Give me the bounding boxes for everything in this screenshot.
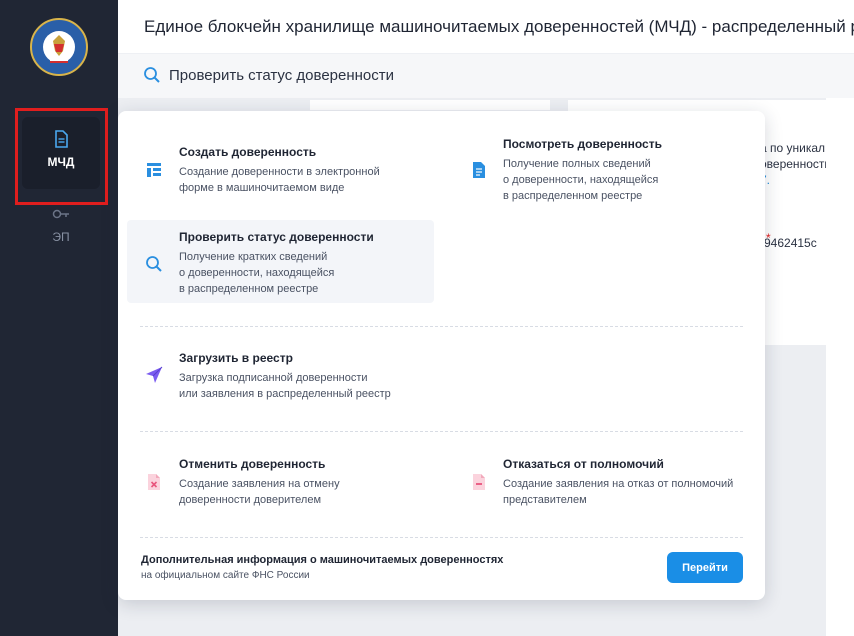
annotation-highlight-box [15,108,108,205]
menu-item-description: Создание заявления на отмену доверенност… [179,478,340,506]
sidebar: МЧД ЭП [0,0,118,636]
background-card [310,100,550,110]
menu-item-description: Получение полных сведений о доверенности… [503,158,659,202]
key-icon [52,209,69,219]
menu-item-description: Создание заявления на отказ от полномочи… [503,478,734,506]
actions-menu: Создать доверенность Создание довереннос… [118,111,765,600]
sidebar-item-label: ЭП [52,230,70,244]
footer-info-title: Дополнительная информация о машиночитаем… [141,554,504,566]
search-icon [146,256,162,272]
menu-item-description: Создание доверенности в электронной форм… [179,166,380,194]
menu-item-title: Загрузить в реестр [179,351,293,365]
page-title: Единое блокчейн хранилище машиночитаемых… [144,17,854,36]
menu-item-title: Создать доверенность [179,145,317,159]
menu-item-title: Отказаться от полномочий [503,457,664,471]
go-button[interactable]: Перейти [667,552,743,583]
footer-info-subtitle: на официальном сайте ФНС России [141,570,310,581]
menu-item-title: Посмотреть доверенность [503,137,662,151]
header: Единое блокчейн хранилище машиночитаемых… [118,0,854,54]
search-icon [144,67,160,83]
menu-item-description: Загрузка подписанной доверенности или за… [179,372,391,400]
menu-item-title: Проверить статус доверенности [179,230,374,244]
sidebar-item-ep[interactable]: ЭП [22,200,100,272]
menu-item-check-status[interactable]: Проверить статус доверенности Получение … [127,220,434,303]
menu-divider [140,431,743,432]
menu-divider [140,326,743,327]
menu-item-revoke[interactable]: Отменить доверенность Создание заявления… [128,449,428,509]
file-minus-icon [473,474,485,490]
form-icon [147,163,161,177]
background-link[interactable]: 7. [760,172,826,188]
menu-item-renounce[interactable]: Отказаться от полномочий Создание заявле… [458,449,753,509]
menu-item-description: Получение кратких сведений о доверенност… [179,251,335,295]
file-cancel-icon [148,474,160,490]
breadcrumb: Проверить статус доверенности [118,54,854,98]
menu-item-view[interactable]: Посмотреть доверенность Получение полных… [458,133,748,213]
menu-item-create[interactable]: Создать доверенность Создание довереннос… [128,133,428,203]
file-icon [473,162,485,178]
menu-item-upload[interactable]: Загрузить в реестр Загрузка подписанной … [128,343,448,403]
fns-logo-icon [30,18,88,76]
app-window: а по уникал оверенности 7. * -9462415c М [0,0,854,636]
menu-divider [140,537,743,538]
send-icon [146,366,163,383]
background-field-value: -9462415c [760,236,817,250]
background-info-text: а по уникал оверенности 7. * [760,141,826,245]
breadcrumb-label: Проверить статус доверенности [169,67,395,84]
menu-item-title: Отменить доверенность [179,457,326,471]
